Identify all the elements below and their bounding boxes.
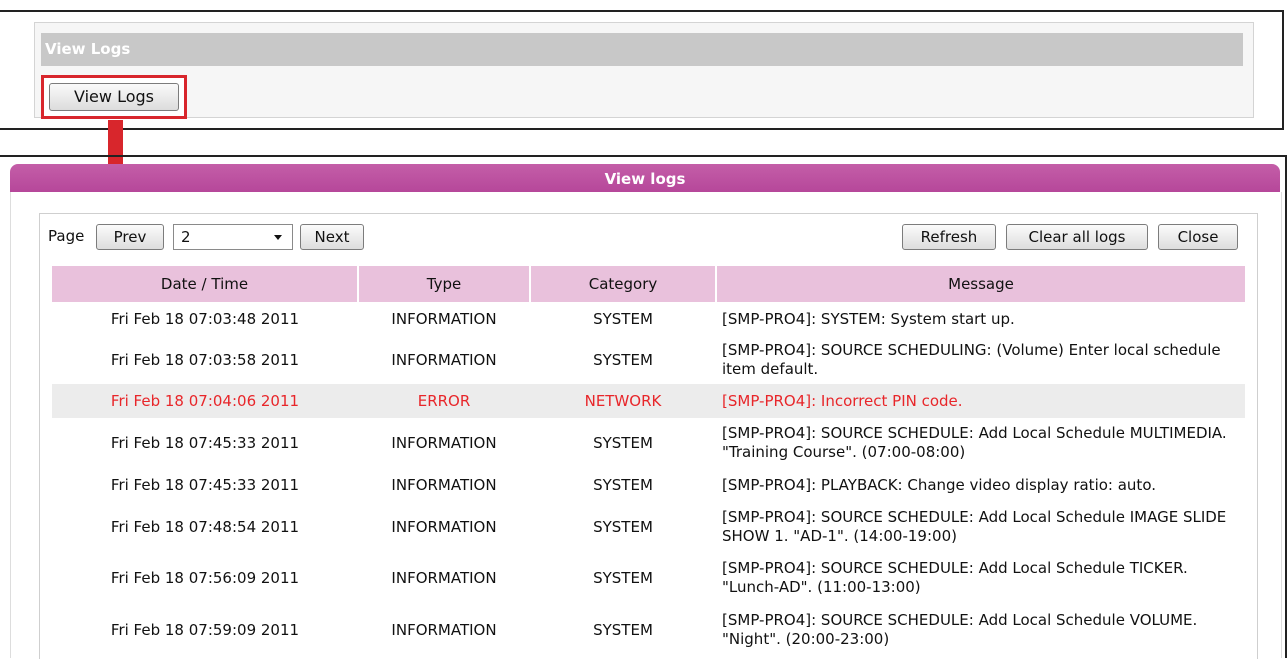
column-header-datetime[interactable]: Date / Time [52,266,359,302]
logs-window-title: View logs [10,164,1280,192]
cell-datetime: Fri Feb 18 07:03:48 2011 [110,309,300,328]
cell-type: INFORMATION [391,350,497,369]
next-page-button[interactable]: Next [300,224,364,250]
cell-datetime: Fri Feb 18 07:04:06 2011 [52,384,358,418]
view-logs-button-highlight: View Logs [41,75,187,119]
table-row[interactable]: Fri Feb 18 07:48:54 2011 INFORMATION SYS… [52,502,1245,552]
cell-category: SYSTEM [593,517,653,536]
top-panel-frame: View Logs View Logs [0,10,1284,130]
cell-message: [SMP-PRO4]: SOURCE SCHEDULE: Add Local S… [722,424,1227,461]
cell-message: [SMP-PRO4]: SOURCE SCHEDULING: (Volume) … [722,341,1221,378]
cell-category: NETWORK [530,384,716,418]
cell-category: SYSTEM [593,309,653,328]
logs-table: Date / Time Type Category Message Fri Fe… [52,266,1245,656]
cell-type: INFORMATION [391,475,497,494]
cell-message: [SMP-PRO4]: SOURCE SCHEDULE: Add Local S… [722,559,1188,596]
prev-page-button[interactable]: Prev [96,224,164,250]
cell-datetime: Fri Feb 18 07:03:58 2011 [110,350,300,369]
column-header-category[interactable]: Category [530,266,717,302]
refresh-button[interactable]: Refresh [902,224,996,250]
view-logs-panel: View Logs View Logs [34,22,1254,119]
cell-message: [SMP-PRO4]: PLAYBACK: Change video displ… [722,475,1156,494]
cell-category: SYSTEM [593,350,653,369]
cell-datetime: Fri Feb 18 07:56:09 2011 [110,568,300,587]
logs-window-content: Page Prev 2 Next Refresh Clear all logs … [39,213,1258,659]
cell-type: ERROR [358,384,530,418]
table-row[interactable]: Fri Feb 18 07:56:09 2011 INFORMATION SYS… [52,552,1245,604]
column-header-type[interactable]: Type [358,266,531,302]
cell-type: INFORMATION [391,620,497,639]
table-row[interactable]: Fri Feb 18 07:45:33 2011 INFORMATION SYS… [52,418,1245,468]
table-row[interactable]: Fri Feb 18 07:03:58 2011 INFORMATION SYS… [52,336,1245,384]
view-logs-panel-header: View Logs [41,33,1243,66]
page-select[interactable]: 2 [173,224,293,250]
logs-window-body: Page Prev 2 Next Refresh Clear all logs … [10,192,1282,659]
logs-table-header: Date / Time Type Category Message [52,266,1245,302]
cell-datetime: Fri Feb 18 07:45:33 2011 [110,475,300,494]
table-row[interactable]: Fri Feb 18 07:59:09 2011 INFORMATION SYS… [52,604,1245,656]
logs-toolbar: Page Prev 2 Next Refresh Clear all logs … [40,214,1257,256]
cell-message: [SMP-PRO4]: SOURCE SCHEDULE: Add Local S… [722,611,1198,648]
cell-type: INFORMATION [391,517,497,536]
page-select-value: 2 [181,228,191,246]
cell-category: SYSTEM [593,433,653,452]
column-header-message[interactable]: Message [716,266,1245,302]
cell-message: [SMP-PRO4]: SYSTEM: System start up. [722,309,1015,328]
cell-message: [SMP-PRO4]: Incorrect PIN code. [716,384,1245,418]
cell-category: SYSTEM [593,475,653,494]
cell-type: INFORMATION [391,309,497,328]
table-row[interactable]: Fri Feb 18 07:45:33 2011 INFORMATION SYS… [52,468,1245,502]
clear-all-logs-button[interactable]: Clear all logs [1006,224,1148,250]
table-row-error[interactable]: Fri Feb 18 07:04:06 2011 ERROR NETWORK [… [52,384,1245,418]
cell-datetime: Fri Feb 18 07:45:33 2011 [110,433,300,452]
page-label: Page [48,227,85,245]
close-button[interactable]: Close [1158,224,1238,250]
table-row[interactable]: Fri Feb 18 07:03:48 2011 INFORMATION SYS… [52,302,1245,336]
cell-type: INFORMATION [391,568,497,587]
cell-category: SYSTEM [593,620,653,639]
chevron-down-icon [274,235,282,240]
view-logs-button[interactable]: View Logs [49,83,179,111]
cell-datetime: Fri Feb 18 07:59:09 2011 [110,620,300,639]
cell-message: [SMP-PRO4]: SOURCE SCHEDULE: Add Local S… [722,508,1227,545]
cell-datetime: Fri Feb 18 07:48:54 2011 [110,517,300,536]
cell-type: INFORMATION [391,433,497,452]
cell-category: SYSTEM [593,568,653,587]
